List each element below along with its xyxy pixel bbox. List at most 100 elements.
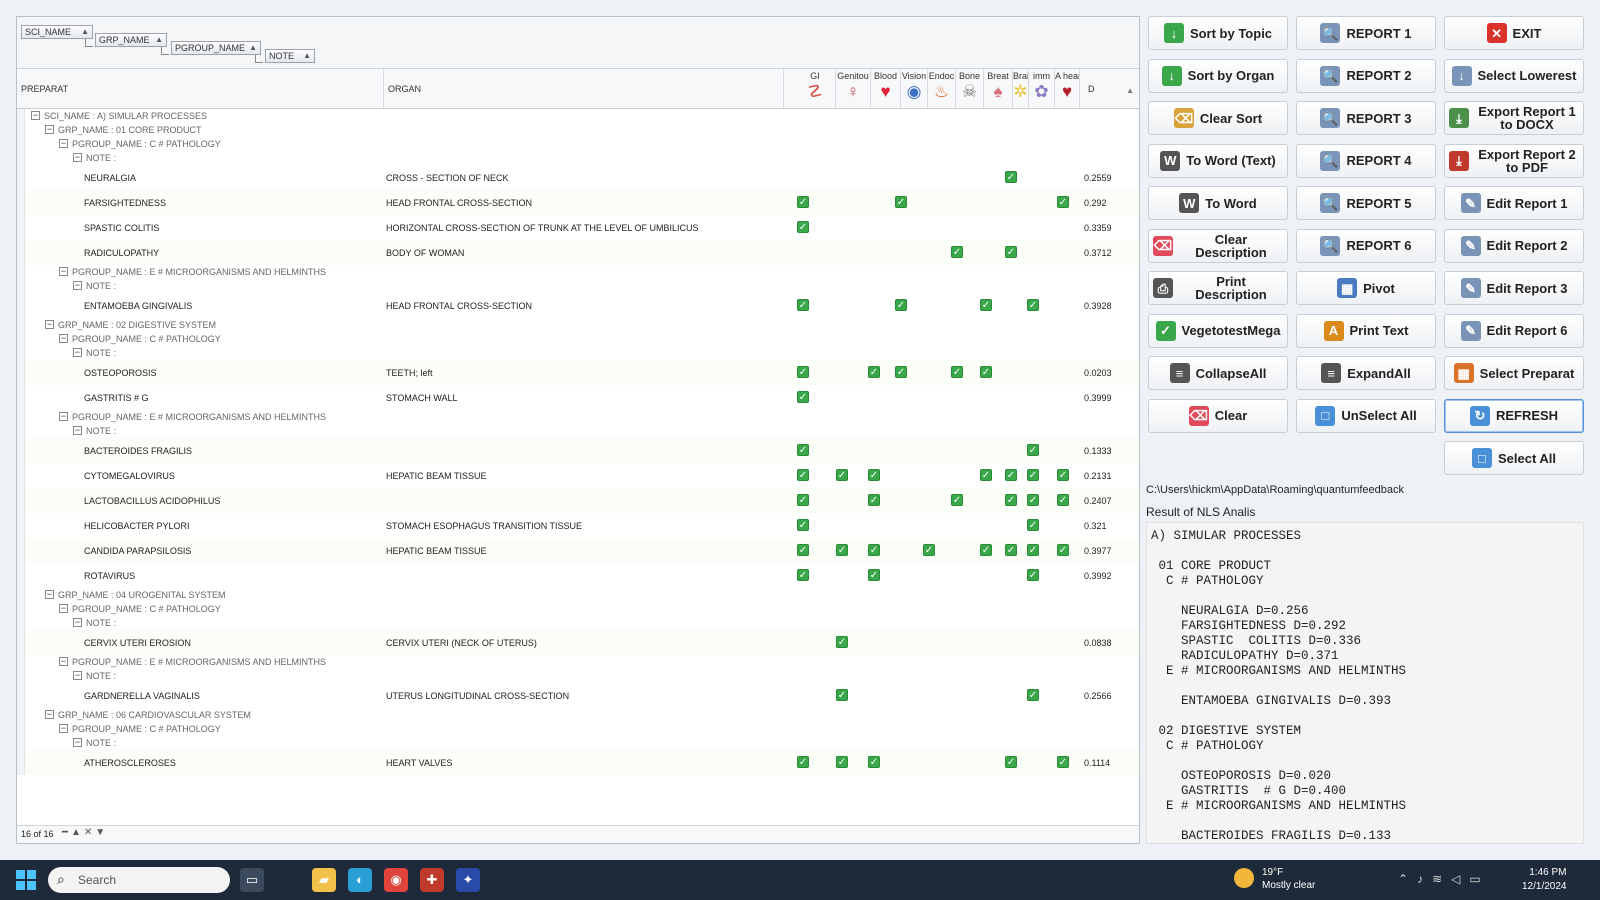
group-row[interactable]: − PGROUP_NAME : E # MICROORGANISMS AND HE… — [17, 655, 1139, 669]
weather-widget[interactable]: 19°F Mostly clear — [1234, 866, 1315, 892]
group-chip-pgroup-name[interactable]: PGROUP_NAME ▲ — [171, 41, 261, 55]
check-icon[interactable]: ✓ — [836, 636, 848, 648]
check-icon[interactable]: ✓ — [797, 494, 809, 506]
active-app-icon[interactable]: ✦ — [456, 868, 480, 892]
row-indicator[interactable] — [17, 346, 25, 360]
group-row[interactable]: − PGROUP_NAME : C # PATHOLOGY — [17, 602, 1139, 616]
row-indicator[interactable] — [17, 538, 25, 563]
system-tray[interactable]: ⌃♪≋◁▭ — [1398, 872, 1490, 886]
row-indicator[interactable] — [17, 513, 25, 538]
group-row[interactable]: − PGROUP_NAME : C # PATHOLOGY — [17, 137, 1139, 151]
check-icon[interactable]: ✓ — [980, 469, 992, 481]
edit-report-6-button[interactable]: ✎ Edit Report 6 — [1444, 313, 1584, 348]
row-indicator[interactable] — [17, 190, 25, 215]
check-icon[interactable]: ✓ — [1005, 756, 1017, 768]
row-indicator[interactable] — [17, 488, 25, 513]
to-word-text-button[interactable]: W To Word (Text) — [1148, 143, 1288, 178]
column-header-organ-6[interactable]: Bone ☠ — [956, 69, 984, 109]
check-icon[interactable]: ✓ — [797, 196, 809, 208]
check-icon[interactable]: ✓ — [1057, 494, 1069, 506]
table-row[interactable]: GARDNERELLA VAGINALIS UTERUS LONGITUDINAL… — [17, 683, 1139, 708]
table-row[interactable]: ROTAVIRUS ✓ ✓ ✓ 0.3992 — [17, 563, 1139, 588]
group-row[interactable]: − GRP_NAME : 01 CORE PRODUCT — [17, 123, 1139, 137]
vegetotestmega-button[interactable]: ✓ VegetotestMega — [1148, 313, 1288, 348]
column-header-organ-10[interactable]: A heart♥ — [1055, 69, 1080, 109]
collapse-toggle-icon[interactable]: − — [59, 267, 68, 276]
table-row[interactable]: RADICULOPATHY BODY OF WOMAN ✓ ✓ 0.3712 — [17, 240, 1139, 265]
clock[interactable]: 1:46 PM 12/1/2024 — [1522, 866, 1567, 894]
table-row[interactable]: CYTOMEGALOVIRUS HEPATIC BEAM TISSUE ✓ ✓ ✓ ✓ ✓ ✓… — [17, 463, 1139, 488]
check-icon[interactable]: ✓ — [1057, 469, 1069, 481]
group-row[interactable]: − NOTE : — [17, 424, 1139, 438]
check-icon[interactable]: ✓ — [1027, 689, 1039, 701]
report-3-button[interactable]: 🔍 REPORT 3 — [1296, 101, 1436, 135]
row-indicator[interactable] — [17, 655, 25, 669]
table-row[interactable]: ATHEROSCLEROSES HEART VALVES ✓ ✓ ✓ ✓ ✓ 0.1114 — [17, 750, 1139, 775]
row-indicator[interactable] — [17, 318, 25, 332]
check-icon[interactable]: ✓ — [797, 444, 809, 456]
collapse-toggle-icon[interactable]: − — [45, 125, 54, 134]
column-header-organ-7[interactable]: Breat ♠ — [984, 69, 1013, 109]
battery-icon[interactable]: ▭ — [1469, 872, 1489, 886]
group-row[interactable]: − NOTE : — [17, 346, 1139, 360]
row-indicator[interactable] — [17, 123, 25, 137]
column-header-organ[interactable]: ORGAN — [384, 69, 784, 109]
check-icon[interactable]: ✓ — [797, 569, 809, 581]
sort-by-organ-button[interactable]: ↓ Sort by Organ — [1148, 58, 1288, 93]
collapse-toggle-icon[interactable]: − — [73, 281, 82, 290]
group-row[interactable]: − NOTE : — [17, 669, 1139, 683]
report-1-button[interactable]: 🔍 REPORT 1 — [1296, 16, 1436, 50]
row-indicator[interactable] — [17, 602, 25, 616]
row-indicator[interactable] — [17, 151, 25, 165]
check-icon[interactable]: ✓ — [868, 569, 880, 581]
check-icon[interactable]: ✓ — [1027, 299, 1039, 311]
check-icon[interactable]: ✓ — [1027, 544, 1039, 556]
edge-icon[interactable]: ◐ — [348, 868, 372, 892]
collapse-toggle-icon[interactable]: − — [59, 139, 68, 148]
check-icon[interactable]: ✓ — [1057, 544, 1069, 556]
row-indicator[interactable] — [17, 360, 25, 385]
check-icon[interactable]: ✓ — [797, 299, 809, 311]
check-icon[interactable]: ✓ — [1005, 171, 1017, 183]
row-indicator[interactable] — [17, 410, 25, 424]
check-icon[interactable]: ✓ — [951, 246, 963, 258]
row-indicator[interactable] — [17, 722, 25, 736]
check-icon[interactable]: ✓ — [868, 494, 880, 506]
row-indicator[interactable] — [17, 165, 25, 190]
collapseall-button[interactable]: ≡ CollapseAll — [1148, 356, 1288, 390]
check-icon[interactable]: ✓ — [980, 299, 992, 311]
row-indicator[interactable] — [17, 137, 25, 151]
column-header-organ-1[interactable]: GI ☡ — [795, 69, 836, 109]
check-icon[interactable]: ✓ — [980, 366, 992, 378]
expandall-button[interactable]: ≡ ExpandAll — [1296, 356, 1436, 390]
collapse-toggle-icon[interactable]: − — [59, 334, 68, 343]
check-icon[interactable]: ✓ — [797, 469, 809, 481]
check-icon[interactable]: ✓ — [836, 544, 848, 556]
check-icon[interactable]: ✓ — [836, 689, 848, 701]
group-chip-note[interactable]: NOTE ▲ — [265, 49, 315, 63]
group-row[interactable]: − NOTE : — [17, 736, 1139, 750]
check-icon[interactable]: ✓ — [895, 299, 907, 311]
column-header-organ-2[interactable]: Genitou ♀ — [836, 69, 871, 109]
check-icon[interactable]: ✓ — [1057, 756, 1069, 768]
export-report-1-to-docx-button[interactable]: ⤓ Export Report 1 to DOCX — [1444, 101, 1584, 135]
select-all-button[interactable]: □ Select All — [1444, 441, 1584, 475]
result-text-box[interactable]: A) SIMULAR PROCESSES 01 CORE PRODUCT C #… — [1146, 522, 1584, 844]
collapse-toggle-icon[interactable]: − — [73, 153, 82, 162]
column-header-organ-3[interactable]: Blood ♥ — [871, 69, 901, 109]
check-icon[interactable]: ✓ — [1027, 569, 1039, 581]
select-lowerest-button[interactable]: ↓ Select Lowerest — [1444, 58, 1584, 93]
check-icon[interactable]: ✓ — [868, 544, 880, 556]
row-indicator[interactable] — [17, 616, 25, 630]
clear-description-button[interactable]: ⌫ Clear Description — [1148, 228, 1288, 263]
collapse-toggle-icon[interactable]: − — [45, 590, 54, 599]
row-indicator[interactable] — [17, 736, 25, 750]
row-indicator[interactable] — [17, 463, 25, 488]
row-indicator[interactable] — [17, 683, 25, 708]
row-indicator[interactable] — [17, 385, 25, 410]
row-indicator[interactable] — [17, 630, 25, 655]
row-indicator[interactable] — [17, 279, 25, 293]
row-indicator[interactable] — [17, 669, 25, 683]
group-row[interactable]: − GRP_NAME : 06 CARDIOVASCULAR SYSTEM — [17, 708, 1139, 722]
collapse-toggle-icon[interactable]: − — [59, 604, 68, 613]
